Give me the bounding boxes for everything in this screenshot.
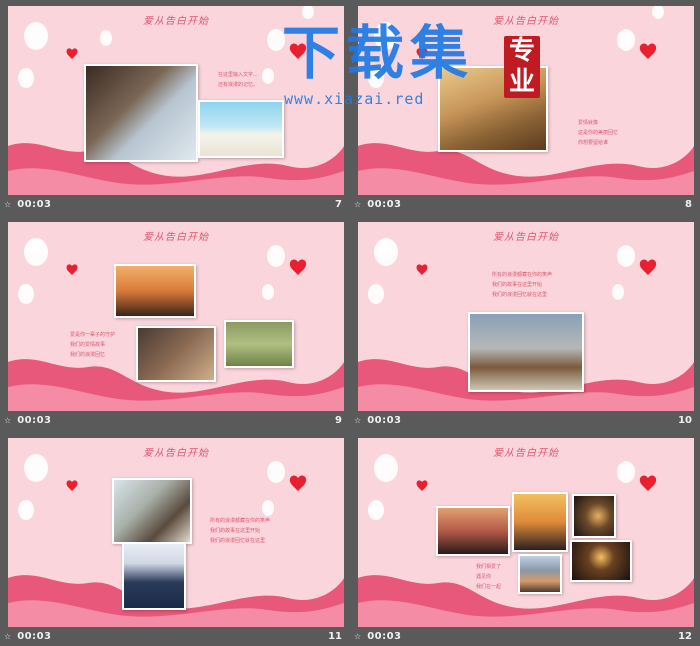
lake-mountain-photo [518,554,562,594]
sparkler-photo [570,540,632,582]
slide-thumbnail-11[interactable]: 爱从告白开始 所有的浪漫都藏在你的笑声 我们的故事在这里开始 我们的浪漫回忆就在… [0,432,346,646]
slide-text: 所有的浪漫都藏在你的笑声 我们的故事在这里开始 我们的浪漫回忆就在这里 [210,518,271,544]
transition-icon[interactable]: ☆ [354,412,364,430]
couple-on-rock-photo [84,64,198,162]
slide-number: 9 [335,415,342,426]
bicycle-sunset-photo [436,506,510,556]
slide-text: 在这里输入文字... 还有浪漫的记忆。 [218,72,259,88]
transition-icon[interactable]: ☆ [4,412,14,430]
slide-timing: 00:03 [367,415,402,426]
slide-info-bar: ☆ 00:03 7 [4,196,344,214]
slide-info-bar: ☆ 00:03 11 [4,628,344,646]
watermark-url: www.xiazai.red [284,90,425,108]
slide-thumbnail-9[interactable]: 爱从告白开始 爱是你一辈子的守护 我们的爱情故事 我们的浪漫回忆 ☆ 00:03… [0,216,346,430]
slide-info-bar: ☆ 00:03 8 [354,196,694,214]
slide-info-bar: ☆ 00:03 9 [4,412,344,430]
slide-info-bar: ☆ 00:03 12 [354,628,694,646]
boy-suit-photo [122,542,186,610]
slide-info-bar: ☆ 00:03 10 [354,412,694,430]
slide-number: 12 [678,631,692,642]
slide-title: 爱从告白开始 [493,448,559,459]
slide-thumbnail-12[interactable]: 爱从告白开始 我们相爱了 遇见你 我们在一起 ☆ 00:03 12 [350,432,696,646]
couple-shoes-photo [468,312,584,392]
slide-timing: 00:03 [17,415,52,426]
slide-thumbnail-10[interactable]: 爱从告白开始 所有的浪漫都藏在你的笑声 我们的故事在这里开始 我们的浪漫回忆就在… [350,216,696,430]
slide-number: 10 [678,415,692,426]
girl-hair-photo [112,478,192,544]
slide-number: 7 [335,199,342,210]
transition-icon[interactable]: ☆ [4,628,14,646]
slide-timing: 00:03 [17,631,52,642]
kiss-sunset-photo [512,492,568,552]
slide-canvas[interactable]: 爱从告白开始 所有的浪漫都藏在你的笑声 我们的故事在这里开始 我们的浪漫回忆就在… [8,438,344,627]
slide-text: 爱是你一辈子的守护 我们的爱情故事 我们的浪漫回忆 [70,332,116,358]
slide-text: 所有的浪漫都藏在你的笑声 我们的故事在这里开始 我们的浪漫回忆就在这里 [492,272,553,298]
slide-timing: 00:03 [367,631,402,642]
watermark-text: 下载集 [282,19,475,87]
bokeh-couple-photo [572,494,616,538]
slide-title: 爱从告白开始 [143,16,209,27]
transition-icon[interactable]: ☆ [354,628,364,646]
slide-canvas[interactable]: 爱从告白开始 所有的浪漫都藏在你的笑声 我们的故事在这里开始 我们的浪漫回忆就在… [358,222,694,411]
beach-couple-photo [198,100,284,158]
slide-text: 爱情就像 这是你的美丽回忆 你想要留给谁 [578,120,619,146]
slide-number: 11 [328,631,342,642]
slide-text: 我们相爱了 遇见你 我们在一起 [476,564,502,590]
slide-canvas[interactable]: 爱从告白开始 我们相爱了 遇见你 我们在一起 [358,438,694,627]
slide-timing: 00:03 [367,199,402,210]
slide-canvas[interactable]: 爱从告白开始 爱是你一辈子的守护 我们的爱情故事 我们的浪漫回忆 [8,222,344,411]
watermark-seal: 专业 [504,36,540,98]
slide-timing: 00:03 [17,199,52,210]
slide-title: 爱从告白开始 [143,448,209,459]
sunset-silhouette-photo [114,264,196,318]
slide-title: 爱从告白开始 [143,232,209,243]
slide-title: 爱从告白开始 [493,232,559,243]
embrace-photo [136,326,216,382]
transition-icon[interactable]: ☆ [4,196,14,214]
picnic-couple-photo [224,320,294,368]
transition-icon[interactable]: ☆ [354,196,364,214]
slide-number: 8 [685,199,692,210]
